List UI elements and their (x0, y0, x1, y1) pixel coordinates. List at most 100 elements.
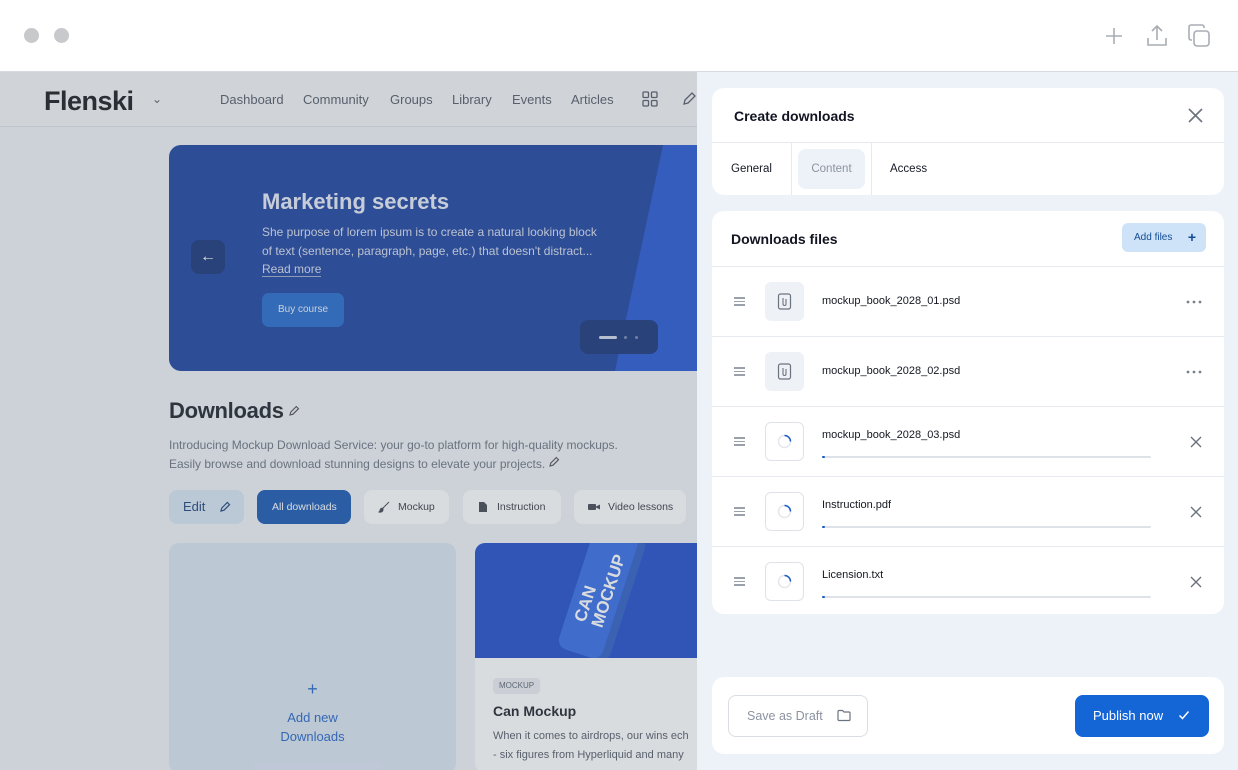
file-row: mockup_book_2028_01.psd (712, 266, 1224, 336)
add-new-downloads-card[interactable]: + Add new Downloads (169, 543, 456, 770)
edit-label: Edit (183, 499, 206, 514)
file-thumb-loading (765, 562, 804, 601)
save-as-draft-button[interactable]: Save as Draft (728, 695, 868, 737)
product-title: Can Mockup (493, 703, 577, 719)
upload-progress-fill (822, 526, 826, 528)
drag-handle-icon[interactable] (734, 507, 745, 516)
drag-handle-icon[interactable] (734, 437, 745, 446)
divider (712, 142, 1224, 143)
nav-groups[interactable]: Groups (390, 92, 433, 107)
nav-library[interactable]: Library (452, 92, 492, 107)
upload-progress (822, 526, 1151, 528)
publish-now-button[interactable]: Publish now (1075, 695, 1209, 737)
file-name: mockup_book_2028_03.psd (822, 429, 961, 441)
drag-handle-icon[interactable] (734, 297, 745, 306)
panel-footer: Save as Draft Publish now (712, 677, 1224, 754)
grid-icon[interactable] (642, 91, 658, 107)
panel-header: Create downloads General Content Access (712, 88, 1224, 195)
downloads-files-card: Downloads files Add files + mockup_book_… (712, 211, 1224, 614)
share-icon[interactable] (1143, 22, 1171, 50)
filter-mockup[interactable]: Mockup (364, 490, 449, 524)
file-name: Licension.txt (822, 569, 884, 581)
filter-video-label: Video lessons (608, 501, 674, 513)
window-minimize-dot[interactable] (54, 28, 69, 43)
pager-dot[interactable] (624, 336, 627, 339)
filter-mockup-label: Mockup (398, 501, 435, 513)
window-titlebar (0, 0, 1238, 72)
close-icon[interactable] (1189, 505, 1203, 519)
edit-button[interactable]: Edit (169, 490, 244, 524)
file-row: Instruction.pdf (712, 476, 1224, 546)
pen-icon[interactable] (288, 405, 300, 417)
attachment-file-icon (777, 293, 792, 310)
read-more-link[interactable]: Read more (262, 262, 322, 277)
check-icon (1178, 711, 1190, 720)
tab-content[interactable]: Content (798, 149, 865, 189)
pen-icon (220, 501, 231, 512)
copy-icon[interactable] (1185, 22, 1213, 50)
tab-separator (791, 143, 792, 195)
spinner-icon (777, 434, 792, 449)
add-files-button[interactable]: Add files + (1122, 223, 1206, 252)
create-downloads-panel: Create downloads General Content Access … (697, 72, 1238, 770)
video-icon (588, 504, 600, 510)
drag-handle-icon[interactable] (734, 367, 745, 376)
plus-icon[interactable] (1100, 22, 1128, 50)
product-desc-line1: When it comes to airdrops, our wins ech (493, 730, 689, 742)
upload-progress (822, 456, 1151, 458)
file-row: Licension.txt (712, 546, 1224, 616)
hero-title: Marketing secrets (262, 189, 450, 214)
nav-dashboard[interactable]: Dashboard (220, 92, 284, 107)
product-description: When it comes to airdrops, our wins ech … (493, 727, 697, 765)
hero-description: She purpose of lorem ipsum is to create … (262, 225, 597, 258)
files-title: Downloads files (731, 231, 838, 247)
category-badge: MOCKUP (493, 678, 541, 694)
file-row: mockup_book_2028_02.psd (712, 336, 1224, 406)
tab-access[interactable]: Access (890, 143, 927, 195)
downloads-description: Introducing Mockup Download Service: you… (169, 438, 618, 471)
more-icon[interactable] (1185, 295, 1203, 309)
pen-icon[interactable] (548, 456, 560, 468)
logo[interactable]: Flenski (44, 86, 134, 117)
window-close-dot[interactable] (24, 28, 39, 43)
filter-all-downloads[interactable]: All downloads (257, 490, 351, 524)
nav-events[interactable]: Events (512, 92, 552, 107)
buy-course-button[interactable]: Buy course (262, 293, 344, 327)
upload-progress-fill (822, 456, 826, 458)
product-image: CAN MOCKUP (475, 543, 697, 658)
chevron-down-icon[interactable]: ⌄ (152, 92, 162, 106)
close-icon[interactable] (1187, 107, 1204, 124)
more-icon[interactable] (1185, 365, 1203, 379)
top-navigation: Flenski ⌄ Dashboard Community Groups Lib… (0, 72, 697, 127)
close-icon[interactable] (1189, 435, 1203, 449)
add-new-label-line2: Downloads (280, 729, 345, 744)
nav-articles[interactable]: Articles (571, 92, 614, 107)
tab-general[interactable]: General (731, 143, 772, 195)
product-desc-line2: - six figures from Hyperliquid and many (493, 749, 684, 761)
background-app: Flenski ⌄ Dashboard Community Groups Lib… (0, 72, 697, 770)
save-as-draft-label: Save as Draft (747, 709, 823, 723)
plus-icon: + (1187, 229, 1196, 245)
arrow-left-icon[interactable]: ← (191, 240, 225, 274)
carousel-pager (580, 320, 658, 354)
pager-dot[interactable] (635, 336, 638, 339)
file-thumb-loading (765, 492, 804, 531)
pen-icon[interactable] (681, 91, 697, 107)
tab-separator (871, 143, 872, 195)
nav-community[interactable]: Community (303, 92, 369, 107)
file-row: mockup_book_2028_03.psd (712, 406, 1224, 476)
plus-icon: + (307, 679, 318, 699)
document-icon (479, 502, 487, 512)
add-files-label: Add files (1134, 232, 1173, 243)
pager-dot-active[interactable] (599, 336, 617, 339)
spinner-icon (777, 574, 792, 589)
filter-instruction[interactable]: Instruction (463, 490, 561, 524)
close-icon[interactable] (1189, 575, 1203, 589)
product-card-can-mockup[interactable]: CAN MOCKUP MOCKUP Can Mockup When it com… (475, 543, 697, 770)
filter-video-lessons[interactable]: Video lessons (574, 490, 686, 524)
brush-icon (378, 501, 390, 513)
folder-icon (837, 709, 851, 722)
file-thumb (765, 352, 804, 391)
spinner-icon (777, 504, 792, 519)
drag-handle-icon[interactable] (734, 577, 745, 586)
